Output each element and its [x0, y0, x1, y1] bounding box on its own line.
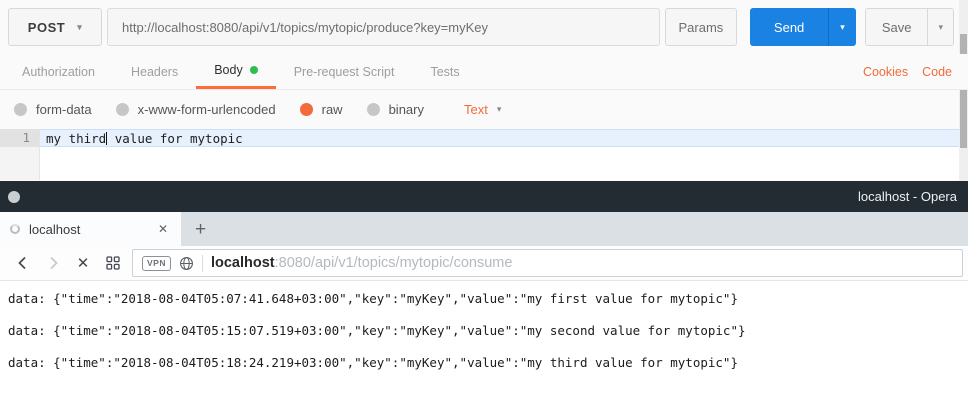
tab-tests[interactable]: Tests — [412, 54, 477, 89]
globe-icon — [179, 256, 194, 271]
params-button[interactable]: Params — [665, 8, 737, 46]
close-tab-icon[interactable]: ✕ — [155, 220, 171, 238]
editor-gutter — [0, 147, 40, 180]
address-bar[interactable]: VPN localhost:8080/api/v1/topics/mytopic… — [132, 249, 963, 277]
body-mode-form-data[interactable]: form-data — [14, 102, 92, 117]
opera-tabbar: localhost ✕ + — [0, 212, 968, 246]
mode-label: x-www-form-urlencoded — [138, 102, 276, 117]
tab-headers[interactable]: Headers — [113, 54, 196, 89]
mode-label: raw — [322, 102, 343, 117]
back-button[interactable] — [8, 255, 38, 271]
chevron-down-icon: ▾ — [938, 23, 943, 32]
save-button[interactable]: Save — [866, 9, 928, 45]
method-dropdown[interactable]: POST ▾ — [8, 8, 102, 46]
scrollbar-thumb[interactable] — [960, 34, 967, 148]
save-button-group: Save ▾ — [865, 8, 954, 46]
forward-button[interactable] — [38, 255, 68, 271]
body-mode-raw[interactable]: raw — [300, 102, 343, 117]
radio-icon — [116, 103, 129, 116]
radio-icon — [367, 103, 380, 116]
tab-loading-spinner-icon — [10, 224, 20, 234]
tab-label: Tests — [430, 65, 459, 79]
body-editor[interactable]: 1 my third value for mytopic — [0, 129, 968, 180]
raw-type-value: Text — [464, 102, 488, 117]
request-tabs: Authorization Headers Body Pre-request S… — [0, 54, 968, 90]
send-button[interactable]: Send — [750, 8, 828, 46]
window-title: localhost - Opera — [858, 189, 957, 204]
sse-event-line: data: {"time":"2018-08-04T05:07:41.648+0… — [8, 292, 960, 306]
sse-event-line: data: {"time":"2018-08-04T05:15:07.519+0… — [8, 324, 960, 338]
scrollbar[interactable] — [959, 0, 968, 181]
line-number: 1 — [0, 129, 40, 147]
editor-blank — [40, 147, 968, 180]
send-button-group: Send ▾ — [750, 8, 856, 46]
vpn-badge[interactable]: VPN — [142, 256, 171, 271]
address-text[interactable]: localhost:8080/api/v1/topics/mytopic/con… — [211, 255, 512, 271]
opera-menu-icon[interactable] — [8, 191, 20, 203]
body-mode-row: form-data x-www-form-urlencoded raw bina… — [0, 90, 968, 129]
tab-label: Headers — [131, 65, 178, 79]
page-content: data: {"time":"2018-08-04T05:07:41.648+0… — [0, 281, 968, 370]
send-options-button[interactable]: ▾ — [828, 8, 856, 46]
request-toolbar: POST ▾ http://localhost:8080/api/v1/topi… — [0, 0, 968, 54]
text-after-cursor: value for mytopic — [107, 131, 242, 146]
mode-label: form-data — [36, 102, 92, 117]
tab-body[interactable]: Body — [196, 54, 276, 89]
raw-type-dropdown[interactable]: Text ▾ — [464, 102, 501, 117]
address-path: :8080/api/v1/topics/mytopic/consume — [275, 255, 513, 271]
text-before-cursor: my third — [46, 131, 106, 146]
tab-label: Pre-request Script — [294, 65, 395, 79]
speed-dial-button[interactable] — [98, 255, 128, 271]
body-mode-binary[interactable]: binary — [367, 102, 424, 117]
sse-event-line: data: {"time":"2018-08-04T05:18:24.219+0… — [8, 356, 960, 370]
radio-icon — [14, 103, 27, 116]
opera-titlebar: localhost - Opera — [0, 181, 968, 212]
stop-x-icon: ✕ — [77, 254, 90, 272]
chevron-right-icon — [45, 255, 61, 271]
chevron-down-icon: ▾ — [840, 23, 845, 32]
tab-localhost[interactable]: localhost ✕ — [0, 212, 181, 246]
editor-line[interactable]: 1 my third value for mytopic — [0, 129, 968, 147]
code-link[interactable]: Code — [922, 65, 952, 79]
body-mode-x-www-form-urlencoded[interactable]: x-www-form-urlencoded — [116, 102, 276, 117]
opera-navbar: ✕ VPN localhost:8080/api/v1/topics/mytop… — [0, 246, 968, 281]
tab-pre-request-script[interactable]: Pre-request Script — [276, 54, 413, 89]
tab-title: localhost — [29, 222, 155, 237]
cookies-link[interactable]: Cookies — [863, 65, 908, 79]
chevron-left-icon — [15, 255, 31, 271]
chevron-down-icon: ▾ — [77, 23, 82, 32]
url-input[interactable]: http://localhost:8080/api/v1/topics/myto… — [107, 8, 660, 46]
mode-label: binary — [389, 102, 424, 117]
tab-label: Authorization — [22, 65, 95, 79]
body-has-content-dot-icon — [250, 66, 258, 74]
opera-window: localhost - Opera localhost ✕ + ✕ — [0, 181, 968, 370]
postman-window: POST ▾ http://localhost:8080/api/v1/topi… — [0, 0, 968, 181]
radio-selected-icon — [300, 103, 313, 116]
chevron-down-icon: ▾ — [497, 105, 502, 114]
method-label: POST — [28, 20, 65, 35]
save-options-button[interactable]: ▾ — [927, 9, 953, 45]
tab-authorization[interactable]: Authorization — [4, 54, 113, 89]
new-tab-button[interactable]: + — [195, 220, 206, 239]
editor-line-text[interactable]: my third value for mytopic — [40, 129, 968, 147]
tab-label: Body — [214, 63, 243, 77]
header-links: Cookies Code — [863, 54, 952, 89]
grid-icon — [105, 255, 121, 271]
editor-empty-area[interactable] — [0, 147, 968, 180]
address-host: localhost — [211, 255, 275, 271]
divider — [202, 255, 203, 272]
stop-button[interactable]: ✕ — [68, 254, 98, 272]
